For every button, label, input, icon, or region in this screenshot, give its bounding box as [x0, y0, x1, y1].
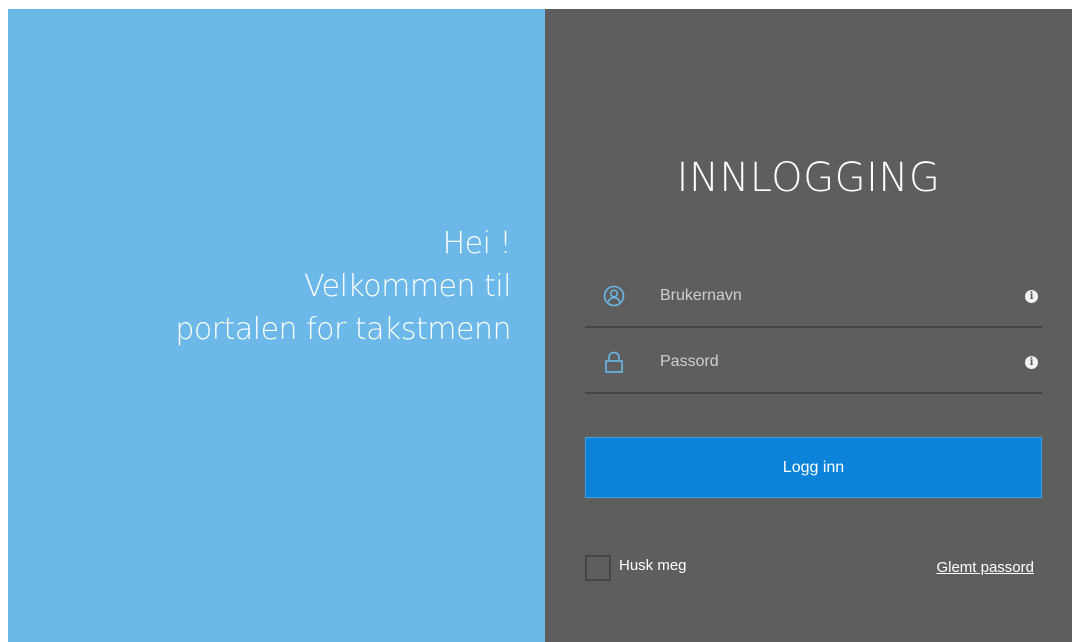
login-panel: INNLOGGING i i Logg inn: [545, 9, 1072, 642]
welcome-line-welcome: Velkommen til: [303, 269, 512, 304]
password-field: i: [585, 332, 1042, 394]
password-info-icon[interactable]: i: [1025, 355, 1038, 369]
username-info-icon[interactable]: i: [1025, 289, 1038, 303]
lock-icon: [599, 350, 629, 374]
welcome-message: Hei ! Velkommen til portalen for takstme…: [175, 222, 511, 351]
remember-me: Husk meg: [585, 555, 687, 581]
remember-me-checkbox[interactable]: [585, 555, 611, 581]
user-icon: [599, 285, 629, 307]
login-title: INNLOGGING: [676, 155, 941, 201]
login-button[interactable]: Logg inn: [585, 437, 1042, 498]
username-input[interactable]: [660, 281, 1025, 311]
password-input[interactable]: [660, 347, 1025, 377]
welcome-line-portal: portalen for takstmenn: [175, 312, 511, 347]
welcome-panel: Hei ! Velkommen til portalen for takstme…: [8, 9, 545, 642]
forgot-password-link[interactable]: Glemt passord: [936, 559, 1034, 576]
welcome-line-greeting: Hei !: [442, 226, 512, 261]
username-field: i: [585, 266, 1042, 328]
login-page: Hei ! Velkommen til portalen for takstme…: [8, 9, 1072, 642]
remember-me-label[interactable]: Husk meg: [619, 557, 687, 575]
